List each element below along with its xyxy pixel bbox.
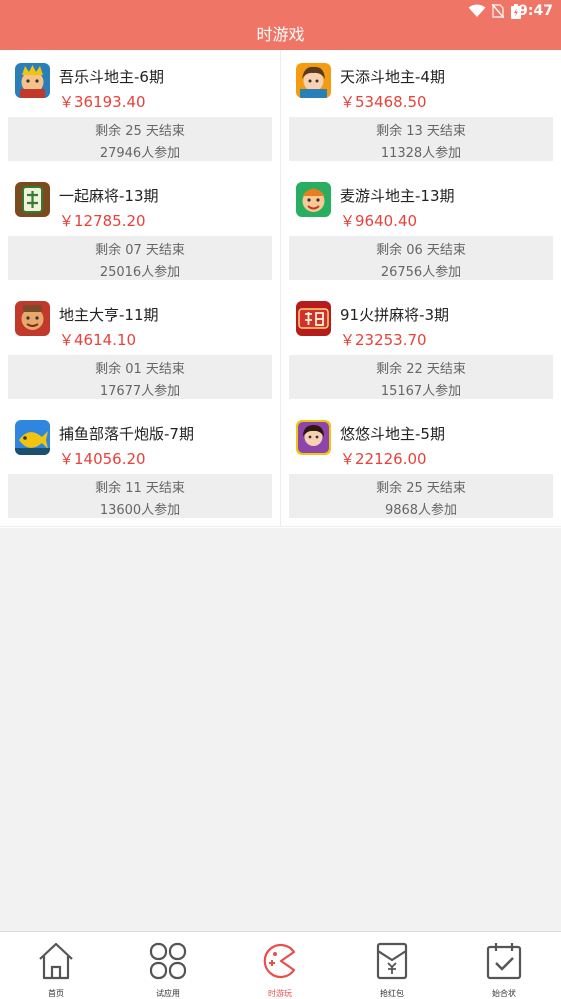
red-envelope-icon [376, 942, 408, 980]
game-info-box: 剩余 11 天结束 13600人参加 [8, 474, 272, 518]
prize-amount: ￥14056.20 [59, 450, 146, 468]
mahjong-tile-icon [15, 182, 50, 217]
game-info-box: 剩余 07 天结束 25016人参加 [8, 236, 272, 280]
prize-amount: ￥9640.40 [340, 212, 418, 230]
participants-count: 9868人参加 [384, 503, 458, 518]
prize-amount: ￥53468.50 [340, 93, 427, 111]
tab-checkin[interactable]: 始合状 [448, 932, 560, 999]
participants-count: 13600人参加 [99, 503, 181, 518]
game-title: 91火拼麻将-3期 [340, 306, 450, 324]
no-sim-icon [492, 4, 504, 18]
wifi-icon [468, 4, 486, 17]
tab-home[interactable]: 首页 [0, 932, 112, 999]
calendar-check-icon [486, 943, 522, 980]
doudizhu-king-icon [15, 63, 50, 98]
game-info-box: 剩余 13 天结束 11328人参加 [289, 117, 553, 161]
remaining-days: 剩余 01 天结束 [95, 362, 185, 377]
participants-count: 11328人参加 [380, 146, 462, 161]
game-title: 悠悠斗地主-5期 [340, 425, 445, 443]
participants-count: 27946人参加 [99, 146, 181, 161]
remaining-days: 剩余 22 天结束 [376, 362, 466, 377]
page-title: 时游戏 [0, 22, 561, 50]
tab-label: 试应用 [156, 989, 180, 998]
game-title: 天添斗地主-4期 [340, 68, 445, 86]
clock: 9:47 [518, 3, 553, 19]
status-bar: 9:47 [0, 0, 561, 22]
participants-count: 25016人参加 [99, 265, 181, 280]
prize-amount: ￥4614.10 [59, 331, 137, 349]
doudizhu-boy-icon [296, 182, 331, 217]
game-card[interactable]: 91火拼麻将-3期 ￥23253.70 剩余 22 天结束 15167人参加 [281, 288, 561, 407]
remaining-days: 剩余 07 天结束 [95, 243, 185, 258]
game-card[interactable]: 天添斗地主-4期 ￥53468.50 剩余 13 天结束 11328人参加 [281, 50, 561, 169]
landlord-tycoon-icon [15, 301, 50, 336]
game-card[interactable]: 一起麻将-13期 ￥12785.20 剩余 07 天结束 25016人参加 [0, 169, 280, 288]
apps-grid-icon [149, 942, 187, 980]
game-title: 一起麻将-13期 [59, 187, 159, 205]
fishing-icon [15, 420, 50, 455]
game-info-box: 剩余 25 天结束 9868人参加 [289, 474, 553, 518]
game-card[interactable]: 悠悠斗地主-5期 ￥22126.00 剩余 25 天结束 9868人参加 [281, 407, 561, 526]
game-title: 麦游斗地主-13期 [340, 187, 455, 205]
tab-label: 时游玩 [268, 989, 292, 998]
game-info-box: 剩余 25 天结束 27946人参加 [8, 117, 272, 161]
remaining-days: 剩余 25 天结束 [376, 481, 466, 496]
bottom-tab-bar: 首页 试应用 时游玩 抢红包 始合状 [0, 931, 561, 999]
tab-try-apps[interactable]: 试应用 [112, 932, 224, 999]
game-card[interactable]: 麦游斗地主-13期 ￥9640.40 剩余 06 天结束 26756人参加 [281, 169, 561, 288]
participants-count: 26756人参加 [380, 265, 462, 280]
game-title: 地主大亨-11期 [59, 306, 159, 324]
home-icon [39, 942, 73, 980]
game-info-box: 剩余 06 天结束 26756人参加 [289, 236, 553, 280]
remaining-days: 剩余 06 天结束 [376, 243, 466, 258]
doudizhu-girl-icon [296, 63, 331, 98]
tab-play-games[interactable]: 时游玩 [224, 932, 336, 999]
doudizhu-lady-icon [296, 420, 331, 455]
prize-amount: ￥23253.70 [340, 331, 427, 349]
prize-amount: ￥22126.00 [340, 450, 427, 468]
game-title: 吾乐斗地主-6期 [59, 68, 164, 86]
participants-count: 15167人参加 [380, 384, 462, 399]
game-info-box: 剩余 22 天结束 15167人参加 [289, 355, 553, 399]
prize-amount: ￥12785.20 [59, 212, 146, 230]
game-info-box: 剩余 01 天结束 17677人参加 [8, 355, 272, 399]
mahjong-red-icon [296, 301, 331, 336]
game-pacman-icon [263, 943, 296, 979]
game-card[interactable]: 地主大亨-11期 ￥4614.10 剩余 01 天结束 17677人参加 [0, 288, 280, 407]
game-title: 捕鱼部落千炮版-7期 [59, 425, 194, 443]
tab-label: 始合状 [492, 989, 516, 998]
prize-amount: ￥36193.40 [59, 93, 146, 111]
row-divider [0, 526, 561, 527]
tab-label: 抢红包 [380, 989, 404, 998]
tab-label: 首页 [48, 989, 64, 998]
remaining-days: 剩余 25 天结束 [95, 124, 185, 139]
tab-red-envelope[interactable]: 抢红包 [336, 932, 448, 999]
remaining-days: 剩余 13 天结束 [376, 124, 466, 139]
game-card[interactable]: 捕鱼部落千炮版-7期 ￥14056.20 剩余 11 天结束 13600人参加 [0, 407, 280, 526]
participants-count: 17677人参加 [99, 384, 181, 399]
game-grid: 吾乐斗地主-6期 ￥36193.40 剩余 25 天结束 27946人参加 天添… [0, 50, 561, 528]
game-card[interactable]: 吾乐斗地主-6期 ￥36193.40 剩余 25 天结束 27946人参加 [0, 50, 280, 169]
remaining-days: 剩余 11 天结束 [95, 481, 185, 496]
